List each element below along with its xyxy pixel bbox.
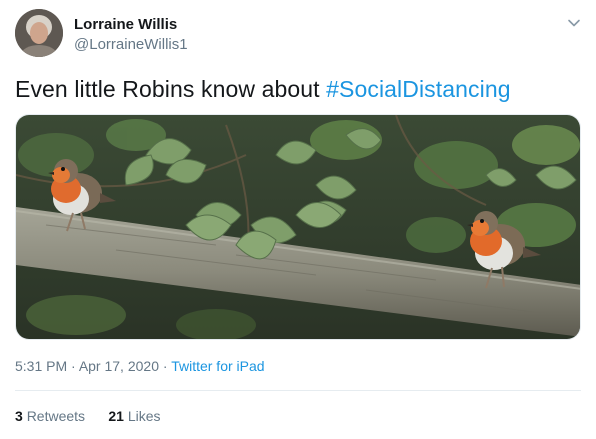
- retweets-label: Retweets: [26, 408, 86, 424]
- engagement-stats: 3 Retweets 21 Likes: [15, 408, 161, 424]
- tweet-time[interactable]: 5:31 PM: [15, 358, 67, 374]
- author-handle[interactable]: @LorraineWillis1: [74, 36, 188, 53]
- robins-photo: [16, 115, 580, 339]
- retweets-count: 3: [15, 408, 23, 424]
- retweets-stat[interactable]: 3 Retweets: [15, 408, 85, 424]
- likes-stat[interactable]: 21 Likes: [108, 408, 160, 424]
- avatar-photo: [15, 9, 63, 57]
- tweet-text-body: Even little Robins know about: [15, 76, 327, 102]
- likes-count: 21: [108, 408, 124, 424]
- tweet-metadata: 5:31 PM · Apr 17, 2020 · Twitter for iPa…: [15, 358, 265, 374]
- author-avatar[interactable]: [15, 9, 63, 57]
- tweet-source-link[interactable]: Twitter for iPad: [171, 358, 264, 374]
- chevron-down-icon[interactable]: [565, 14, 583, 32]
- tweet-text: Even little Robins know about #SocialDis…: [15, 76, 511, 103]
- tweet-date[interactable]: Apr 17, 2020: [79, 358, 159, 374]
- meta-separator: ·: [158, 358, 172, 374]
- hashtag-link[interactable]: #SocialDistancing: [326, 76, 511, 102]
- divider: [15, 390, 581, 391]
- author-name[interactable]: Lorraine Willis: [74, 16, 177, 33]
- likes-label: Likes: [127, 408, 161, 424]
- tweet-photo[interactable]: [15, 114, 581, 340]
- meta-separator: ·: [67, 358, 79, 374]
